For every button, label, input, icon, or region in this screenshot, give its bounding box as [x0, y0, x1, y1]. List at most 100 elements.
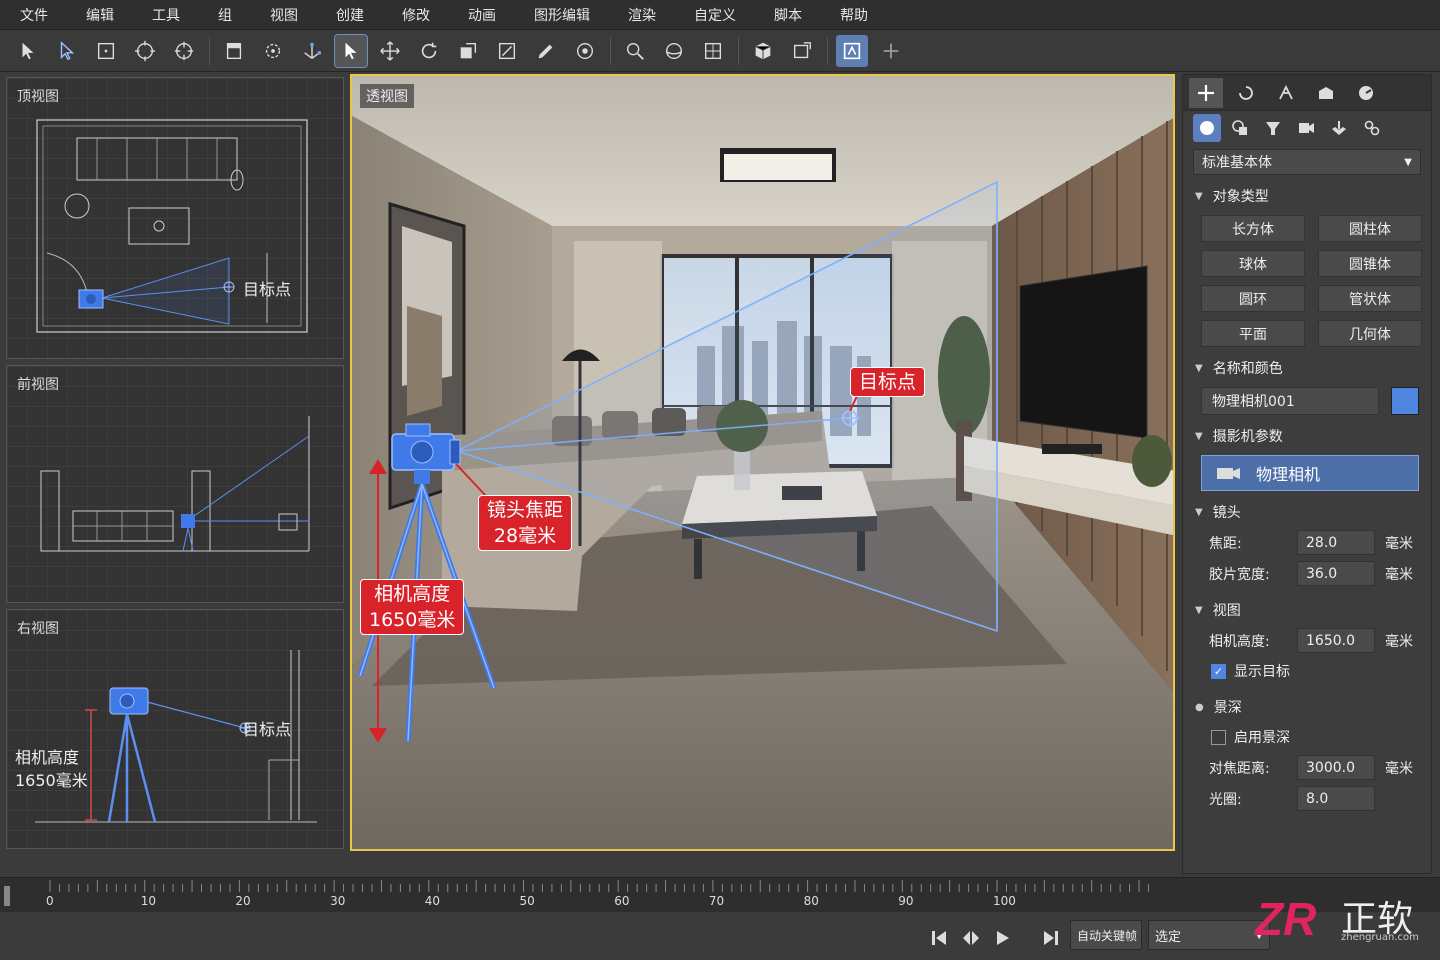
object-color-swatch[interactable]: [1391, 387, 1419, 415]
menu-item[interactable]: 脚本: [774, 5, 802, 25]
helper-icon: [1332, 121, 1346, 135]
previous-frame-button[interactable]: [958, 925, 984, 951]
object-type-button[interactable]: 圆环: [1201, 285, 1305, 312]
object-type-button[interactable]: 圆锥体: [1318, 250, 1422, 277]
object-type-button[interactable]: 平面: [1201, 320, 1305, 347]
object-type-section-header[interactable]: ▼ 对象类型: [1183, 181, 1431, 211]
orbit-button[interactable]: [658, 35, 690, 67]
focus-distance-input[interactable]: 3000.0: [1297, 755, 1375, 780]
snap-button[interactable]: [257, 35, 289, 67]
field-of-view-button[interactable]: [697, 35, 729, 67]
place-button[interactable]: [491, 35, 523, 67]
camera-height-input[interactable]: 1650.0: [1297, 628, 1375, 653]
perspective-viewport[interactable]: 透视图 目标点 镜头焦距 28毫米 相机高度 1650毫米: [350, 74, 1175, 851]
lens-section-header[interactable]: ▼ 镜头: [1183, 497, 1431, 527]
timeline[interactable]: 0 10 20 30 40 50 60 70 80 90 100: [0, 877, 1440, 912]
hierarchy-tab[interactable]: [1269, 78, 1303, 108]
move-button[interactable]: [374, 35, 406, 67]
create-tab[interactable]: [1189, 77, 1223, 108]
menu-item[interactable]: 组: [218, 5, 232, 25]
film-width-input[interactable]: 36.0: [1297, 561, 1375, 586]
menu-item[interactable]: 工具: [152, 5, 180, 25]
view-section-header[interactable]: ▼ 视图: [1183, 595, 1431, 625]
go-to-end-button[interactable]: [1038, 925, 1064, 951]
right-viewport[interactable]: 右视图 目标点 相机高度 1650毫米: [6, 609, 344, 849]
physical-camera-button[interactable]: 物理相机: [1201, 455, 1419, 491]
go-to-start-button[interactable]: [926, 925, 952, 951]
toolbar-separator: [827, 36, 828, 65]
lights-category-button[interactable]: [1259, 114, 1287, 142]
object-type-button[interactable]: 管状体: [1318, 285, 1422, 312]
camera-icon: [1217, 468, 1240, 479]
paint-button[interactable]: [530, 35, 562, 67]
add-tool-button[interactable]: [875, 35, 907, 67]
object-type-buttons: 长方体 圆柱体 球体 圆锥体 圆环 管状体 平面 几何体: [1183, 211, 1431, 347]
camera-icon: [1299, 123, 1314, 133]
key-filter-select[interactable]: 选定 ▼: [1148, 920, 1270, 950]
menu-item[interactable]: 渲染: [628, 5, 656, 25]
object-type-button[interactable]: 长方体: [1201, 215, 1305, 242]
collapse-triangle-icon: ▼: [1195, 604, 1203, 616]
render-setup-button[interactable]: [836, 34, 868, 67]
panel-tabs: [1183, 75, 1431, 111]
menu-item[interactable]: 动画: [468, 5, 496, 25]
timeline-label: 90: [898, 894, 914, 908]
modify-tab[interactable]: [1229, 78, 1263, 108]
display-tab[interactable]: [1349, 78, 1383, 108]
object-type-button[interactable]: 球体: [1201, 250, 1305, 277]
aperture-input[interactable]: 8.0: [1297, 786, 1375, 811]
systems-category-button[interactable]: [1358, 114, 1386, 142]
checkbox-label: 显示目标: [1234, 664, 1290, 680]
front-viewport[interactable]: 前视图: [6, 365, 344, 603]
primitive-type-dropdown[interactable]: 标准基本体 ▼: [1193, 149, 1421, 175]
axis-constraint-button[interactable]: [296, 35, 328, 67]
menu-item[interactable]: 帮助: [840, 5, 868, 25]
menu-item[interactable]: 编辑: [86, 5, 114, 25]
collapse-triangle-icon: ●: [1195, 701, 1204, 713]
plus-icon: [1198, 84, 1214, 101]
timeline-label: 50: [519, 894, 535, 908]
select-tool-button[interactable]: [12, 35, 44, 67]
menu-item[interactable]: 创建: [336, 5, 364, 25]
circle-select-button[interactable]: [129, 35, 161, 67]
viewport-label: 透视图: [360, 84, 414, 108]
rotate-button[interactable]: [413, 35, 445, 67]
aperture-row: 光圈: 8.0: [1183, 783, 1431, 814]
box-object-button[interactable]: [747, 35, 779, 67]
top-viewport[interactable]: 顶视图 目标点: [6, 77, 344, 359]
name-color-section-header[interactable]: ▼ 名称和颜色: [1183, 353, 1431, 383]
auto-key-button[interactable]: 自动关键帧: [1070, 920, 1142, 950]
object-type-button[interactable]: 圆柱体: [1318, 215, 1422, 242]
material-button[interactable]: [569, 35, 601, 67]
motion-tab[interactable]: [1309, 78, 1343, 108]
region-select-button[interactable]: [90, 35, 122, 67]
show-target-checkbox[interactable]: ✓ 显示目标: [1183, 656, 1431, 686]
scale-button[interactable]: [452, 35, 484, 67]
select-object-button[interactable]: [334, 33, 368, 68]
focal-length-input[interactable]: 28.0: [1297, 530, 1375, 555]
select-by-name-button[interactable]: [51, 35, 83, 67]
helpers-category-button[interactable]: [1325, 114, 1353, 142]
render-frame-button[interactable]: [786, 35, 818, 67]
enable-dof-checkbox[interactable]: 启用景深: [1183, 722, 1431, 752]
menu-item[interactable]: 图形编辑: [534, 5, 590, 25]
window-crossing-button[interactable]: [218, 35, 250, 67]
unit-label: 毫米: [1385, 633, 1413, 650]
object-name-field[interactable]: 物理相机001: [1201, 387, 1379, 415]
dof-section-header[interactable]: ● 景深: [1183, 692, 1431, 722]
param-label: 对焦距离:: [1209, 760, 1270, 777]
menu-item[interactable]: 文件: [20, 5, 48, 25]
menu-item[interactable]: 视图: [270, 5, 298, 25]
time-slider-handle[interactable]: [4, 886, 10, 906]
menu-item[interactable]: 修改: [402, 5, 430, 25]
camera-params-section-header[interactable]: ▼ 摄影机参数: [1183, 421, 1431, 451]
lasso-select-button[interactable]: [168, 35, 200, 67]
object-type-button[interactable]: 几何体: [1318, 320, 1422, 347]
shapes-category-button[interactable]: [1226, 114, 1254, 142]
geometry-category-button[interactable]: [1193, 114, 1221, 142]
height-callout-line-2: 1650毫米: [369, 609, 456, 631]
menu-item[interactable]: 自定义: [694, 5, 736, 25]
cameras-category-button[interactable]: [1292, 114, 1320, 142]
zoom-button[interactable]: [619, 35, 651, 67]
play-button[interactable]: [990, 925, 1016, 951]
